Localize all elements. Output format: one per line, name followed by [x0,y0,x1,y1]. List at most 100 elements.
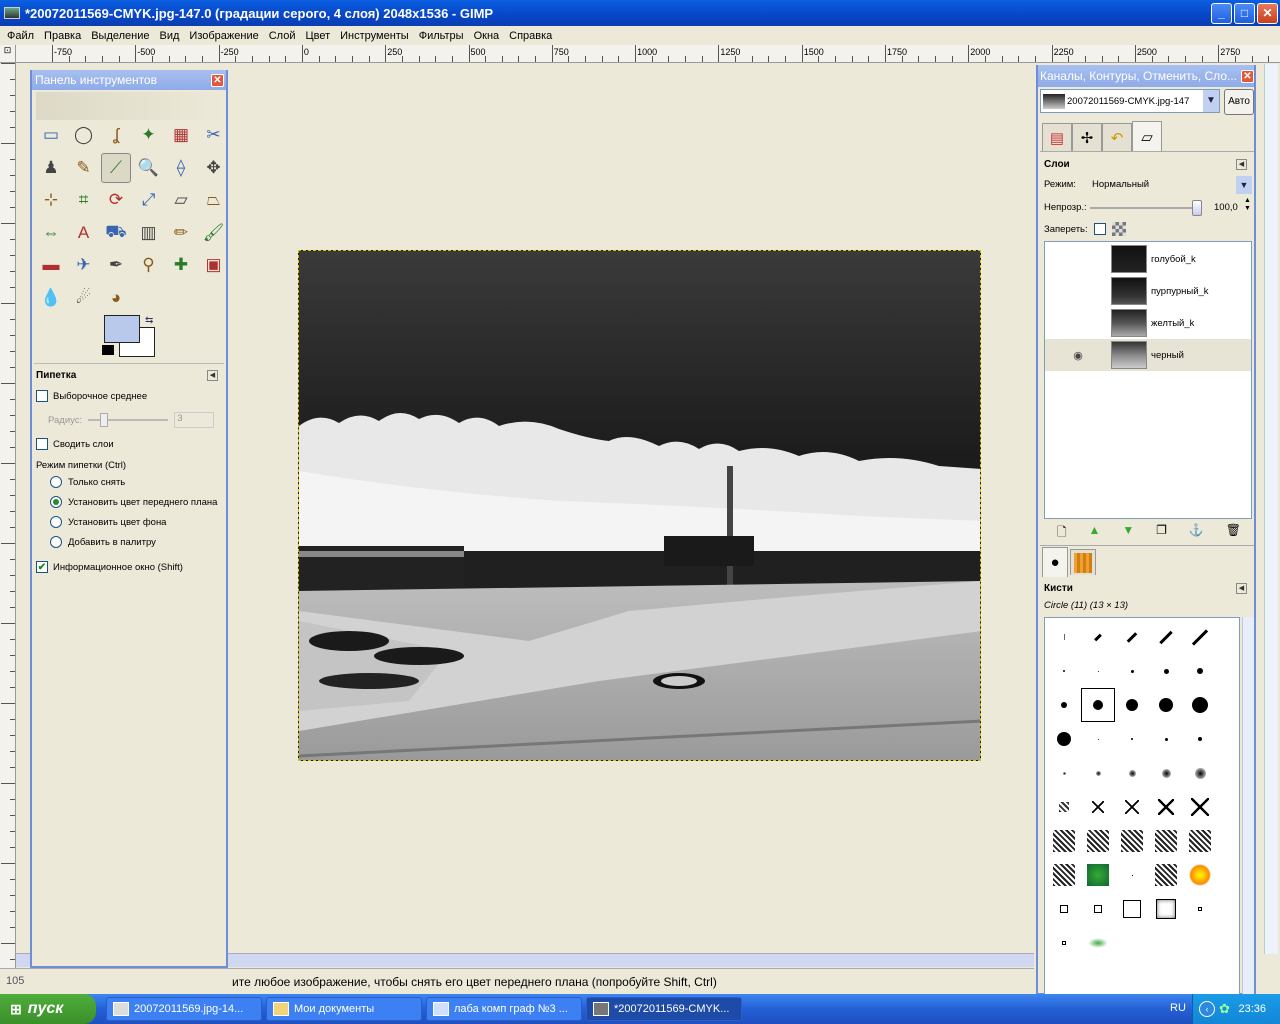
blend-tool[interactable]: ▥ [134,218,164,248]
brush-preview[interactable] [1149,858,1183,892]
layer-name[interactable]: черный [1151,350,1184,361]
brush-preview[interactable] [1081,688,1115,722]
perspective-clone-tool[interactable]: ▣ [199,250,229,280]
menu-color[interactable]: Цвет [302,30,333,42]
mode-chevron-icon[interactable]: ▼ [1236,176,1252,194]
duplicate-layer-icon[interactable]: ❐ [1156,523,1167,541]
channels-tab[interactable]: ▤ [1042,123,1072,151]
bucket-fill-tool[interactable]: ⛟ [101,218,131,248]
brush-preview[interactable] [1149,654,1183,688]
zoom-tool[interactable]: 🔍 [134,153,164,183]
auto-button[interactable]: Авто [1224,89,1254,115]
brush-preview[interactable] [1183,824,1217,858]
paintbrush-tool[interactable]: 🖌 [199,218,229,248]
brush-preview[interactable] [1081,654,1115,688]
brush-preview[interactable] [1115,620,1149,654]
align-tool[interactable]: ⊹ [36,185,66,215]
layer-name[interactable]: голубой_k [1151,254,1196,265]
raise-layer-icon[interactable]: ▲ [1089,523,1101,541]
pick-mode-radio[interactable] [50,536,62,548]
scissors-tool[interactable]: ✂ [199,120,229,150]
brush-preview[interactable] [1047,654,1081,688]
brush-preview[interactable] [1115,824,1149,858]
airbrush-tool[interactable]: ✈ [69,250,99,280]
horizontal-ruler[interactable]: -750 -500 -250 0 250 500 750 1000 1250 1500 1750 20… [16,45,1280,63]
eraser-tool[interactable]: ▬ [36,250,66,280]
brush-preview[interactable] [1081,756,1115,790]
layer-name[interactable]: пурпурный_k [1151,286,1209,297]
ink-tool[interactable]: ✒ [101,250,131,280]
tray-network-icon[interactable]: ✿ [1219,1001,1230,1017]
brush-preview[interactable] [1047,756,1081,790]
radius-slider[interactable] [88,413,169,427]
taskbar-button-word-doc[interactable]: лаба комп граф №3 ... [426,997,582,1021]
select-by-color-tool[interactable]: ▦ [166,120,196,150]
pick-mode-radio[interactable] [50,476,62,488]
brushes-menu-icon[interactable]: ◀ [1236,583,1247,594]
brush-preview[interactable] [1149,790,1183,824]
brush-preview[interactable] [1115,722,1149,756]
brush-preview[interactable] [1149,722,1183,756]
chevron-down-icon[interactable]: ▼ [1203,90,1219,112]
brush-preview[interactable] [1183,858,1217,892]
brush-preview[interactable] [1115,688,1149,722]
opacity-spinner[interactable]: ▲ ▼ [1244,197,1251,213]
brush-preview[interactable] [1115,756,1149,790]
brush-preview[interactable] [1081,858,1115,892]
opacity-slider-handle[interactable] [1192,200,1202,216]
language-indicator[interactable]: RU [1170,1002,1186,1014]
pick-mode-option[interactable]: Установить цвет переднего плана [36,496,217,508]
menu-filters[interactable]: Фильтры [416,30,467,42]
shear-tool[interactable]: ▱ [166,185,196,215]
menu-edit[interactable]: Правка [41,30,84,42]
menu-layer[interactable]: Слой [266,30,299,42]
minimize-button[interactable]: _ [1211,3,1232,24]
image-selector[interactable]: 20072011569-CMYK.jpg-147 ▼ [1040,89,1220,113]
swap-colors-icon[interactable]: ⇆ [145,315,153,326]
sample-merged-option[interactable]: Сводить слои [36,438,114,450]
menu-help[interactable]: Справка [506,30,555,42]
layer-name[interactable]: желтый_k [1151,318,1194,329]
brush-preview[interactable] [1115,790,1149,824]
radius-input[interactable]: 3 [174,412,215,428]
menu-view[interactable]: Вид [157,30,183,42]
fuzzy-select-tool[interactable]: ✦ [134,120,164,150]
maximize-button[interactable]: □ [1234,3,1255,24]
wilber-drop-area[interactable] [36,92,224,120]
layers-menu-icon[interactable]: ◀ [1236,159,1247,170]
menu-tools[interactable]: Инструменты [337,30,412,42]
brush-preview[interactable] [1115,926,1149,960]
brush-preview[interactable] [1047,824,1081,858]
pick-mode-radio[interactable] [50,496,62,508]
delete-layer-icon[interactable]: 🗑 [1226,523,1241,541]
perspective-tool[interactable]: ⏢ [199,185,229,215]
pick-mode-option[interactable]: Добавить в палитру [36,536,156,548]
layers-tab[interactable]: ▱ [1132,121,1162,151]
brush-preview[interactable] [1081,790,1115,824]
brush-preview[interactable] [1115,858,1149,892]
menu-windows[interactable]: Окна [471,30,503,42]
toolbox-close-icon[interactable]: ✕ [211,74,224,87]
brush-preview[interactable] [1115,654,1149,688]
brushes-tab[interactable]: ● [1042,547,1068,577]
brush-preview[interactable] [1047,858,1081,892]
taskbar-button-image-viewer[interactable]: 20072011569.jpg-14... [106,997,262,1021]
anchor-layer-icon[interactable]: ⚓ [1189,523,1204,541]
brush-preview[interactable] [1081,926,1115,960]
flip-tool[interactable]: ⇔ [36,218,66,248]
opacity-slider[interactable] [1090,200,1202,216]
heal-tool[interactable]: ✚ [166,250,196,280]
color-picker-tool[interactable]: ⟋ [101,152,131,183]
brush-preview[interactable] [1149,824,1183,858]
tray-chevron-icon[interactable]: ‹ [1199,1001,1215,1017]
brush-preview[interactable] [1149,756,1183,790]
lock-alpha-checkbox[interactable] [1094,223,1106,235]
brush-preview[interactable] [1149,688,1183,722]
image-canvas[interactable] [298,250,981,761]
sample-merged-checkbox[interactable] [36,438,48,450]
move-tool[interactable]: ✥ [199,153,229,183]
paths-tool[interactable]: ✎ [69,153,99,183]
undo-tab[interactable]: ↶ [1102,123,1132,151]
options-menu-icon[interactable]: ◀ [207,370,218,381]
brush-preview[interactable] [1149,926,1183,960]
